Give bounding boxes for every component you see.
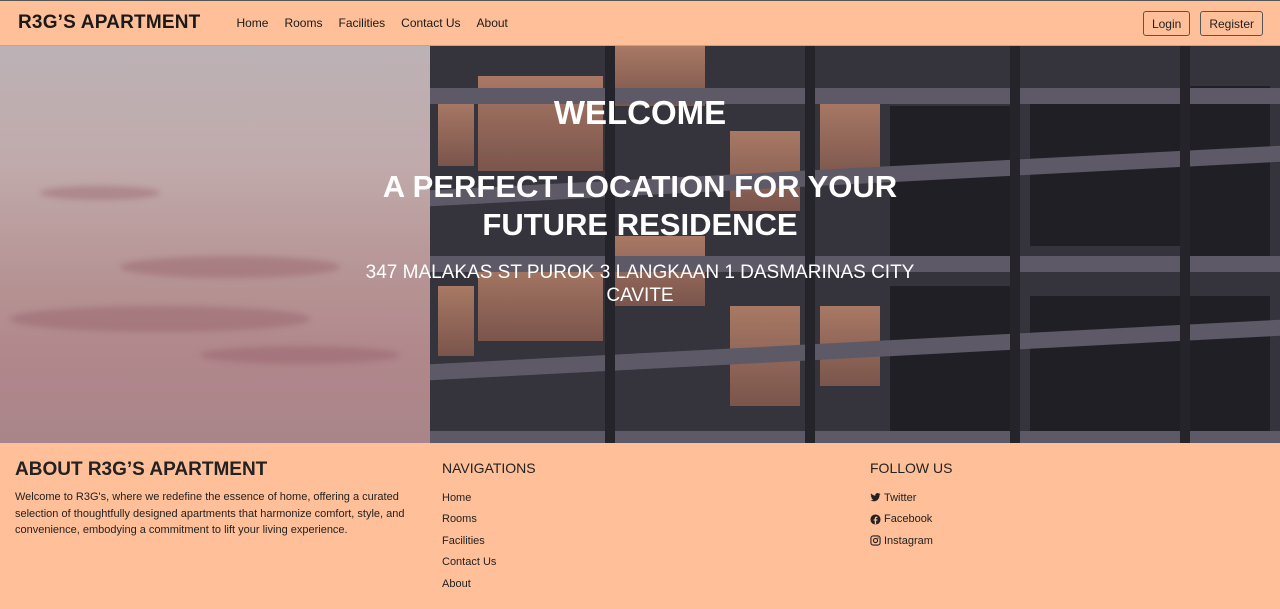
hero-banner: WELCOME A PERFECT LOCATION FOR YOUR FUTU… (0, 46, 1280, 443)
instagram-icon (870, 535, 881, 546)
nav-link-rooms[interactable]: Rooms (284, 16, 322, 30)
login-button[interactable]: Login (1142, 10, 1191, 36)
instagram-label: Instagram (884, 534, 933, 547)
nav-link-home[interactable]: Home (236, 16, 268, 30)
facebook-label: Facebook (884, 513, 933, 526)
twitter-label: Twitter (884, 491, 917, 504)
nav-link-about[interactable]: About (477, 16, 508, 30)
main-nav: Home Rooms Facilities Contact Us About (236, 16, 523, 30)
social-link-facebook[interactable]: Facebook (870, 509, 952, 531)
footer-link-about[interactable]: About (442, 573, 536, 595)
footer-navigations: NAVIGATIONS Home Rooms Facilities Contac… (442, 460, 536, 595)
hero-address: 347 MALAKAS ST PUROK 3 LANGKAAN 1 DASMAR… (365, 262, 915, 306)
nav-link-contact-us[interactable]: Contact Us (401, 16, 460, 30)
follow-title: FOLLOW US (870, 460, 953, 476)
brand-logo[interactable]: R3G’S APARTMENT (18, 12, 200, 34)
footer-link-home[interactable]: Home (442, 487, 536, 509)
social-link-instagram[interactable]: Instagram (870, 530, 952, 552)
twitter-icon (870, 493, 881, 502)
footer-link-rooms[interactable]: Rooms (442, 509, 536, 531)
hero-tagline: A PERFECT LOCATION FOR YOUR FUTURE RESID… (382, 169, 898, 242)
footer-about: ABOUT R3G’S APARTMENT Welcome to R3G's, … (15, 459, 405, 539)
footer-link-contact-us[interactable]: Contact Us (442, 552, 536, 574)
footer-link-facilities[interactable]: Facilities (442, 530, 536, 552)
footer: ABOUT R3G’S APARTMENT Welcome to R3G's, … (0, 443, 1280, 609)
facebook-icon (870, 514, 881, 525)
navbar: R3G’S APARTMENT Home Rooms Facilities Co… (0, 0, 1280, 46)
about-text: Welcome to R3G's, where we redefine the … (15, 491, 405, 536)
navigations-title: NAVIGATIONS (442, 460, 536, 476)
hero-welcome: WELCOME (553, 94, 727, 131)
nav-link-facilities[interactable]: Facilities (338, 16, 385, 30)
footer-follow-us: FOLLOW US Twitter Facebook Instagram (870, 460, 952, 552)
auth-buttons: Login Register (1133, 10, 1263, 36)
social-link-twitter[interactable]: Twitter (870, 487, 952, 509)
about-title: ABOUT R3G’S APARTMENT (15, 459, 268, 480)
register-button[interactable]: Register (1200, 10, 1263, 36)
